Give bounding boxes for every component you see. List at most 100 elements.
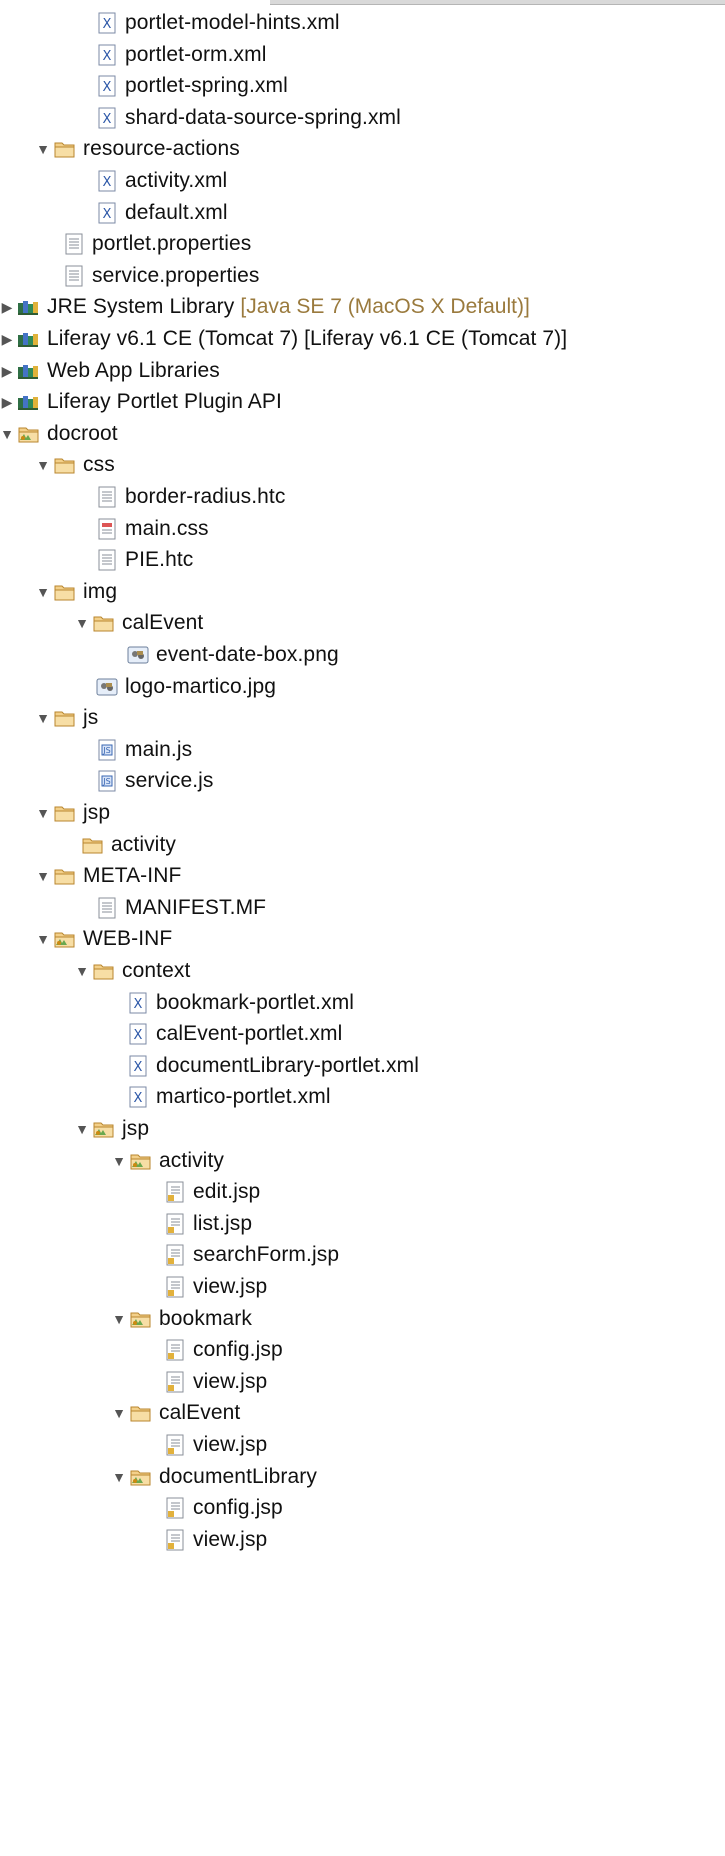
expand-down-arrow-icon[interactable]: ▼ bbox=[36, 585, 50, 599]
tree-item[interactable]: ▼ documentLibrary bbox=[112, 1459, 317, 1495]
tree-item[interactable]: XcalEvent-portlet.xml bbox=[126, 1016, 342, 1052]
js-file-icon: JS bbox=[95, 769, 119, 793]
expand-down-arrow-icon[interactable]: ▼ bbox=[75, 616, 89, 630]
library-icon bbox=[17, 359, 41, 383]
tree-item[interactable]: Xportlet-orm.xml bbox=[95, 37, 267, 73]
tree-item[interactable]: service.properties bbox=[62, 258, 260, 294]
tree-item[interactable]: logo-martico.jpg bbox=[95, 669, 276, 705]
tree-item[interactable]: config.jsp bbox=[163, 1490, 283, 1526]
xml-file-icon: X bbox=[95, 11, 119, 35]
expand-right-arrow-icon[interactable]: ▶ bbox=[0, 332, 14, 346]
folder-icon bbox=[92, 611, 116, 635]
tree-item[interactable]: Xportlet-spring.xml bbox=[95, 68, 288, 104]
tree-item[interactable]: PIE.htc bbox=[95, 542, 193, 578]
tree-item[interactable]: ▶ JRE System Library [Java SE 7 (MacOS X … bbox=[0, 289, 530, 325]
tree-item-label: img bbox=[83, 579, 118, 603]
tree-item[interactable]: main.css bbox=[95, 511, 209, 547]
image-file-icon bbox=[126, 643, 150, 667]
tree-item[interactable]: event-date-box.png bbox=[126, 637, 339, 673]
tree-item[interactable]: JS main.js bbox=[95, 732, 192, 768]
library-icon bbox=[17, 390, 41, 414]
expand-down-arrow-icon[interactable]: ▼ bbox=[112, 1470, 126, 1484]
expand-down-arrow-icon[interactable]: ▼ bbox=[36, 711, 50, 725]
expand-down-arrow-icon[interactable]: ▼ bbox=[36, 932, 50, 946]
tree-item[interactable]: ▼ docroot bbox=[0, 416, 118, 452]
tree-item-label: portlet-model-hints.xml bbox=[125, 11, 340, 34]
tree-item-label: PIE.htc bbox=[125, 548, 194, 572]
tree-item[interactable]: MANIFEST.MF bbox=[95, 890, 266, 926]
tree-item[interactable]: portlet.properties bbox=[62, 226, 251, 262]
tree-item[interactable]: ▼ css bbox=[36, 447, 115, 483]
web-folder-icon bbox=[129, 1149, 153, 1173]
tree-item[interactable]: ▼ calEvent bbox=[112, 1395, 240, 1431]
tree-item[interactable]: ▼ activity bbox=[112, 1143, 224, 1179]
tree-item[interactable]: JS service.js bbox=[95, 763, 214, 799]
folder-icon bbox=[53, 453, 77, 477]
tree-item[interactable]: view.jsp bbox=[163, 1427, 267, 1463]
tree-item[interactable]: Xactivity.xml bbox=[95, 163, 227, 199]
tree-item[interactable]: ▼ img bbox=[36, 574, 117, 610]
tree-item-label: service.properties bbox=[92, 263, 260, 287]
tree-item-label: config.jsp bbox=[193, 1338, 283, 1362]
expand-down-arrow-icon[interactable]: ▼ bbox=[36, 142, 50, 156]
tree-item-label: activity.xml bbox=[125, 169, 228, 192]
tree-item[interactable]: view.jsp bbox=[163, 1364, 267, 1400]
expand-right-arrow-icon[interactable]: ▶ bbox=[0, 395, 14, 409]
tree-item[interactable]: ▼ jsp bbox=[36, 795, 110, 831]
tree-item[interactable]: ▼ resource-actions bbox=[36, 131, 240, 167]
tree-item[interactable]: ▼ META-INF bbox=[36, 858, 181, 894]
svg-text:X: X bbox=[103, 17, 112, 32]
tree-item[interactable]: border-radius.htc bbox=[95, 479, 285, 515]
folder-icon bbox=[92, 959, 116, 983]
tree-item-label: portlet-spring.xml bbox=[125, 74, 288, 98]
tree-item[interactable]: Xdefault.xml bbox=[95, 195, 228, 231]
expand-down-arrow-icon[interactable]: ▼ bbox=[112, 1154, 126, 1168]
tree-item-label: MANIFEST.MF bbox=[125, 895, 267, 919]
tree-item[interactable]: list.jsp bbox=[163, 1206, 252, 1242]
tree-item-label: portlet.properties bbox=[92, 232, 252, 256]
tree-item[interactable]: Xshard-data-source-spring.xml bbox=[95, 100, 401, 136]
tree-item[interactable]: ▼ calEvent bbox=[75, 605, 203, 641]
expand-right-arrow-icon[interactable]: ▶ bbox=[0, 364, 14, 378]
expand-right-arrow-icon[interactable]: ▶ bbox=[0, 300, 14, 314]
tree-item-label: view.jsp bbox=[193, 1527, 268, 1551]
tree-item-label: documentLibrary-portlet.xml bbox=[156, 1053, 419, 1077]
expand-down-arrow-icon[interactable]: ▼ bbox=[36, 806, 50, 820]
tree-item[interactable]: ▼ context bbox=[75, 953, 190, 989]
tree-item[interactable]: view.jsp bbox=[163, 1269, 267, 1305]
tree-item-label: portlet-orm.xml bbox=[125, 42, 267, 66]
tree-item[interactable]: view.jsp bbox=[163, 1522, 267, 1558]
tree-item[interactable]: ▶ Liferay Portlet Plugin API bbox=[0, 384, 282, 420]
tree-item-label: WEB-INF bbox=[83, 927, 173, 951]
tree-item-label: Web App Libraries bbox=[47, 358, 220, 382]
expand-down-arrow-icon[interactable]: ▼ bbox=[36, 869, 50, 883]
tree-item[interactable]: ▶ Web App Libraries bbox=[0, 353, 220, 389]
svg-text:X: X bbox=[103, 80, 112, 95]
expand-down-arrow-icon[interactable]: ▼ bbox=[112, 1312, 126, 1326]
tree-item-label: JRE System Library bbox=[47, 295, 235, 319]
svg-text:X: X bbox=[134, 1028, 143, 1043]
expand-down-arrow-icon[interactable]: ▼ bbox=[75, 964, 89, 978]
expand-down-arrow-icon[interactable]: ▼ bbox=[36, 458, 50, 472]
tree-item[interactable]: searchForm.jsp bbox=[163, 1237, 339, 1273]
tree-item[interactable]: config.jsp bbox=[163, 1332, 283, 1368]
tree-item[interactable]: Xmartico-portlet.xml bbox=[126, 1079, 331, 1115]
tree-item[interactable]: ▼ bookmark bbox=[112, 1301, 252, 1337]
tree-item[interactable]: ▶ Liferay v6.1 CE (Tomcat 7) [Liferay v6… bbox=[0, 321, 567, 357]
tree-item[interactable]: ▼ js bbox=[36, 700, 98, 736]
tree-item[interactable]: ▼ jsp bbox=[75, 1111, 149, 1147]
tree-item-label: searchForm.jsp bbox=[193, 1243, 340, 1267]
tree-item-label: main.js bbox=[125, 737, 193, 761]
expand-down-arrow-icon[interactable]: ▼ bbox=[0, 427, 14, 441]
tree-item[interactable]: ▼ WEB-INF bbox=[36, 921, 172, 957]
web-folder-icon bbox=[17, 422, 41, 446]
folder-icon bbox=[53, 137, 77, 161]
expand-down-arrow-icon[interactable]: ▼ bbox=[75, 1122, 89, 1136]
tree-item[interactable]: Xbookmark-portlet.xml bbox=[126, 985, 354, 1021]
tree-item[interactable]: XdocumentLibrary-portlet.xml bbox=[126, 1048, 419, 1084]
tree-item[interactable]: Xportlet-model-hints.xml bbox=[95, 5, 340, 41]
svg-text:X: X bbox=[134, 997, 143, 1012]
tree-item[interactable]: edit.jsp bbox=[163, 1174, 260, 1210]
expand-down-arrow-icon[interactable]: ▼ bbox=[112, 1406, 126, 1420]
tree-item[interactable]: activity bbox=[81, 827, 176, 863]
